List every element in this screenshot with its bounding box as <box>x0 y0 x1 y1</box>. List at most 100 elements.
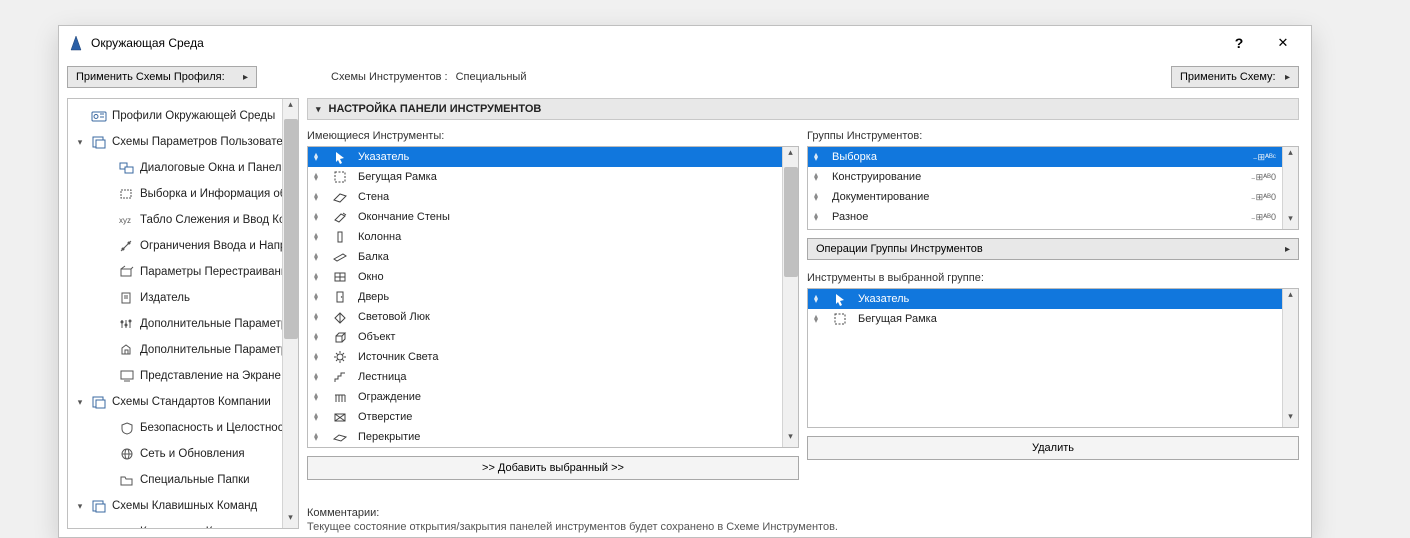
tree-item[interactable]: Представление на Экране <box>68 363 282 389</box>
tree-item[interactable]: Клавишные Команды <box>68 519 282 528</box>
tool-row[interactable]: ▴▾Ограждение <box>308 387 782 407</box>
drag-handle-icon[interactable]: ▴▾ <box>814 153 822 161</box>
scroll-down-icon[interactable]: ▾ <box>1283 411 1298 427</box>
drag-handle-icon[interactable]: ▴▾ <box>314 333 322 341</box>
sidebar-scrollbar[interactable]: ▴ ▾ <box>282 99 298 528</box>
tree-item-label: Дополнительные Параметры <box>140 318 282 330</box>
tree-item[interactable]: ▾Схемы Клавишных Команд <box>68 493 282 519</box>
group-row[interactable]: ▴▾Разное₋⊞ᴬᴮ0 <box>808 207 1282 227</box>
group-row[interactable]: ▴▾Документирование₋⊞ᴬᴮ0 <box>808 187 1282 207</box>
tree-item[interactable]: Ограничения Ввода и Направл <box>68 233 282 259</box>
group-tool-label: Указатель <box>858 293 1276 305</box>
drag-handle-icon[interactable]: ▴▾ <box>314 353 322 361</box>
tool-row[interactable]: ▴▾Колонна <box>308 227 782 247</box>
drag-handle-icon[interactable]: ▴▾ <box>314 253 322 261</box>
user-schemes-icon <box>91 134 107 150</box>
tree-item[interactable]: Диалоговые Окна и Панели <box>68 155 282 181</box>
tool-row[interactable]: ▴▾Бегущая Рамка <box>308 167 782 187</box>
tree-item[interactable]: ▾ Схемы Параметров Пользователя <box>68 129 282 155</box>
drag-handle-icon[interactable]: ▴▾ <box>814 213 822 221</box>
tree-item[interactable]: Издатель <box>68 285 282 311</box>
tree-view[interactable]: Профили Окружающей Среды ▾ Схемы Параметро… <box>68 99 282 528</box>
scroll-down-icon[interactable]: ▾ <box>1283 213 1298 229</box>
tool-groups-list[interactable]: ▴▾Выборка₋⊞ᴬᴮᶜ▴▾Конструирование₋⊞ᴬᴮ0▴▾До… <box>807 146 1299 230</box>
scroll-thumb[interactable] <box>284 119 298 339</box>
tree-item[interactable]: xyzТабло Слежения и Ввод Коорди <box>68 207 282 233</box>
tool-row[interactable]: ▴▾Указатель <box>308 147 782 167</box>
drag-handle-icon[interactable]: ▴▾ <box>314 393 322 401</box>
tool-row[interactable]: ▴▾ Отверстие <box>308 407 782 427</box>
tool-row[interactable]: ▴▾Перекрытие <box>308 427 782 447</box>
group-tag: ₋⊞ᴬᴮ0 <box>1251 192 1276 203</box>
drag-handle-icon[interactable]: ▴▾ <box>314 373 322 381</box>
tool-label: Окно <box>358 271 776 283</box>
drag-handle-icon[interactable]: ▴▾ <box>314 193 322 201</box>
tool-row[interactable]: ▴▾ Окно <box>308 267 782 287</box>
tree-item[interactable]: Профили Окружающей Среды <box>68 103 282 129</box>
tool-row[interactable]: ▴▾Световой Люк <box>308 307 782 327</box>
tool-row[interactable]: ▴▾Балка <box>308 247 782 267</box>
drag-handle-icon[interactable]: ▴▾ <box>314 213 322 221</box>
drag-handle-icon[interactable]: ▴▾ <box>814 295 822 303</box>
drag-handle-icon[interactable]: ▴▾ <box>314 153 322 161</box>
tool-label: Лестница <box>358 371 776 383</box>
remove-button[interactable]: Удалить <box>807 436 1299 460</box>
drag-handle-icon[interactable]: ▴▾ <box>314 313 322 321</box>
tool-row[interactable]: ▴▾ Лестница <box>308 367 782 387</box>
drag-handle-icon[interactable]: ▴▾ <box>314 433 322 441</box>
tree-item[interactable]: Безопасность и Целостность да <box>68 415 282 441</box>
available-scrollbar[interactable]: ▴ ▾ <box>782 147 798 447</box>
tool-label: Отверстие <box>358 411 776 423</box>
door-icon <box>332 289 348 305</box>
scroll-thumb[interactable] <box>784 167 798 277</box>
tool-row[interactable]: ▴▾Источник Света <box>308 347 782 367</box>
tool-row[interactable]: ▴▾Дверь <box>308 287 782 307</box>
light-icon <box>332 349 348 365</box>
drag-handle-icon[interactable]: ▴▾ <box>314 233 322 241</box>
group-tools-label: Инструменты в выбранной группе: <box>807 272 1299 284</box>
scroll-down-icon[interactable]: ▾ <box>783 431 798 447</box>
close-button[interactable]: ✕ <box>1261 28 1305 58</box>
group-row[interactable]: ▴▾Конструирование₋⊞ᴬᴮ0 <box>808 167 1282 187</box>
tree-item[interactable]: Дополнительные Параметры О <box>68 337 282 363</box>
tool-label: Стена <box>358 191 776 203</box>
tree-caret[interactable]: ▾ <box>74 501 86 512</box>
drag-handle-icon[interactable]: ▴▾ <box>314 273 322 281</box>
drag-handle-icon[interactable]: ▴▾ <box>814 173 822 181</box>
drag-handle-icon[interactable]: ▴▾ <box>314 293 322 301</box>
group-tool-row[interactable]: ▴▾Бегущая Рамка <box>808 309 1282 329</box>
tree-caret[interactable]: ▾ <box>74 137 86 148</box>
tool-row[interactable]: ▴▾ Стена <box>308 187 782 207</box>
tree-item[interactable]: Сеть и Обновления <box>68 441 282 467</box>
drag-handle-icon[interactable]: ▴▾ <box>814 193 822 201</box>
add-selected-button[interactable]: >> Добавить выбранный >> <box>307 456 799 480</box>
tree-item[interactable]: Специальные Папки <box>68 467 282 493</box>
tool-row[interactable]: ▴▾Объект <box>308 327 782 347</box>
tree-item[interactable]: ▾Схемы Стандартов Компании <box>68 389 282 415</box>
scroll-up-icon[interactable]: ▴ <box>1283 147 1298 163</box>
drag-handle-icon[interactable]: ▴▾ <box>314 173 322 181</box>
scroll-up-icon[interactable]: ▴ <box>1283 289 1298 305</box>
tree-item[interactable]: Параметры Перестраивания Мо <box>68 259 282 285</box>
drag-handle-icon[interactable]: ▴▾ <box>314 413 322 421</box>
groups-scrollbar[interactable]: ▴ ▾ <box>1282 147 1298 229</box>
group-operations-button[interactable]: Операции Группы Инструментов ▸ <box>807 238 1299 260</box>
tree-item-label: Схемы Параметров Пользователя <box>112 136 282 148</box>
drag-handle-icon[interactable]: ▴▾ <box>814 315 822 323</box>
group-tools-list[interactable]: ▴▾Указатель▴▾Бегущая Рамка ▴ ▾ <box>807 288 1299 428</box>
tool-row[interactable]: ▴▾Окончание Стены <box>308 207 782 227</box>
apply-scheme-button[interactable]: Применить Схему: ▸ <box>1171 66 1299 88</box>
available-tools-list[interactable]: ▴▾Указатель▴▾Бегущая Рамка▴▾Стена▴▾Оконч… <box>307 146 799 448</box>
section-header[interactable]: ▾ НАСТРОЙКА ПАНЕЛИ ИНСТРУМЕНТОВ <box>307 98 1299 120</box>
help-button[interactable]: ? <box>1217 28 1261 58</box>
tree-item[interactable]: Дополнительные Параметры <box>68 311 282 337</box>
tree-item[interactable]: Выборка и Информация об Эле <box>68 181 282 207</box>
scroll-up-icon[interactable]: ▴ <box>783 147 798 163</box>
scroll-down-icon[interactable]: ▾ <box>283 512 298 528</box>
apply-profile-scheme-button[interactable]: Применить Схемы Профиля: ▸ <box>67 66 257 88</box>
scroll-up-icon[interactable]: ▴ <box>283 99 298 115</box>
group-tool-row[interactable]: ▴▾ Указатель <box>808 289 1282 309</box>
group-tools-scrollbar[interactable]: ▴ ▾ <box>1282 289 1298 427</box>
tree-caret[interactable]: ▾ <box>74 397 86 408</box>
group-row[interactable]: ▴▾Выборка₋⊞ᴬᴮᶜ <box>808 147 1282 167</box>
